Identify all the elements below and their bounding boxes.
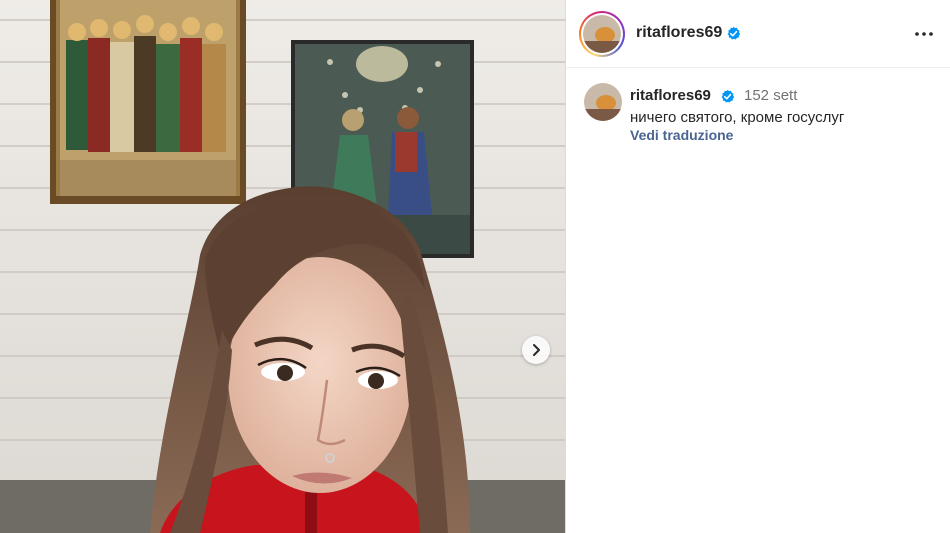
chevron-right-icon [533,344,540,356]
next-photo-button[interactable] [522,336,550,364]
post-sidebar: ritaflores69 ritaflores69 152 sett ничег… [566,0,950,533]
more-options-icon [915,32,933,36]
avatar [584,83,622,121]
caption-timestamp[interactable]: 152 sett [744,87,797,104]
verified-badge-icon [727,26,741,40]
caption-text: ничего святого, кроме госуслуг [630,109,845,126]
post-header: ritaflores69 [566,0,950,68]
header-username[interactable]: ritaflores69 [636,24,722,42]
verified-badge-icon [721,89,735,103]
more-options-button[interactable] [912,22,936,46]
post-photo [0,0,565,533]
see-translation-link[interactable]: Vedi traduzione [630,127,733,143]
story-ring-avatar[interactable] [579,11,625,57]
icon-painting-saints [50,0,246,204]
caption-username[interactable]: ritaflores69 [630,87,711,104]
post-media [0,0,565,533]
avatar [583,15,621,53]
caption-avatar[interactable] [584,83,622,121]
